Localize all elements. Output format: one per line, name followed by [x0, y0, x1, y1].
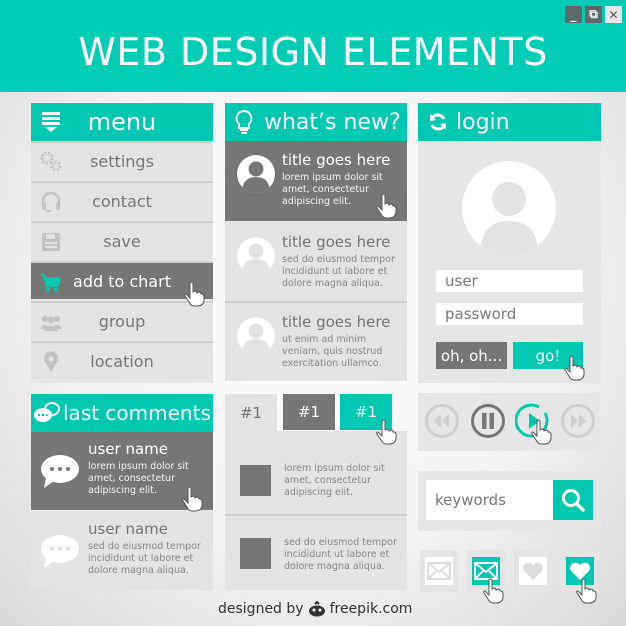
location-pin-icon [40, 351, 62, 373]
news-item[interactable]: title goes here ut enim ad minim veniam,… [225, 303, 407, 381]
cancel-button[interactable]: oh, oh... [436, 342, 507, 369]
hand-cursor-icon [182, 486, 203, 512]
menu-download-icon [41, 111, 61, 139]
hand-cursor-icon [376, 193, 397, 219]
comments-panel: last comments user name lorem ipsum dolo… [31, 394, 213, 590]
password-field[interactable]: password [436, 303, 583, 325]
tab-item-text: sed do eiusmod tempor incididunt ut labo… [284, 537, 397, 572]
menu-panel: menu settings contact save add to chart … [31, 103, 213, 383]
search-icon [562, 489, 585, 512]
menu-item-location[interactable]: location [31, 341, 213, 379]
rewind-icon [425, 404, 459, 438]
fast-forward-button[interactable] [560, 403, 596, 439]
hand-cursor-icon [376, 419, 397, 445]
restore-button[interactable]: ⧉ [585, 6, 602, 23]
rewind-button[interactable] [424, 403, 460, 439]
avatar [237, 317, 275, 355]
credit-brand[interactable]: freepik.com [330, 601, 413, 617]
menu-title: menu [87, 108, 157, 136]
thumbnail [240, 538, 271, 569]
fast-forward-icon [561, 404, 595, 438]
mail-icon [425, 557, 453, 585]
heart-icon [519, 557, 547, 585]
avatar [237, 155, 275, 193]
search-button[interactable] [553, 480, 593, 520]
pause-icon [471, 404, 505, 438]
login-title: login [456, 109, 510, 135]
lightbulb-icon [234, 109, 254, 135]
menu-item-label: add to chart [73, 271, 171, 291]
news-item[interactable]: title goes here sed do eiusmod tempor in… [225, 223, 407, 303]
window-controls: _ ⧉ ✕ [565, 6, 622, 23]
login-panel: login user password oh, oh... go! [418, 103, 601, 383]
credit-prefix: designed by [218, 601, 304, 617]
menu-item-contact[interactable]: contact [31, 181, 213, 219]
cart-icon [40, 271, 62, 293]
freepik-logo-icon [308, 601, 325, 617]
search-panel: keywords [418, 471, 601, 531]
headset-icon [40, 191, 62, 213]
refresh-icon [428, 112, 448, 132]
hand-cursor-icon [483, 578, 504, 604]
whats-new-header: what’s new? [225, 103, 407, 141]
whats-new-title: what’s new? [264, 109, 401, 135]
hand-cursor-icon [531, 419, 552, 445]
search-input[interactable]: keywords [426, 480, 554, 520]
news-text: ut enim ad minim veniam, quis nostrud ex… [282, 334, 383, 369]
login-header: login [418, 103, 601, 141]
profile-avatar [462, 161, 556, 255]
speech-bubble-icon [41, 455, 79, 488]
speech-bubble-icon [41, 535, 79, 568]
menu-item-label: contact [92, 191, 152, 211]
news-text: sed do eiusmod tempor incididunt ut labo… [282, 254, 395, 289]
close-button[interactable]: ✕ [605, 6, 622, 23]
tabs-panel: #1 #1 #1 lorem ipsum dolor sit amet, con… [225, 394, 407, 590]
tab-1[interactable]: #1 [225, 394, 277, 431]
minimize-button[interactable]: _ [565, 6, 582, 23]
menu-item-label: group [98, 311, 146, 331]
group-icon [40, 311, 62, 333]
menu-item-settings[interactable]: settings [31, 141, 213, 179]
comment-item[interactable]: user name sed do eiusmod tempor incididu… [31, 512, 213, 590]
news-title: title goes here [282, 233, 391, 251]
mail-button[interactable] [420, 550, 458, 592]
credit: designed by freepik.com [218, 601, 412, 617]
title-bar: WEB DESIGN ELEMENTS _ ⧉ ✕ [0, 0, 626, 92]
comment-text: sed do eiusmod tempor incididunt ut labo… [88, 541, 201, 576]
comments-title: last comments [63, 401, 211, 425]
tab-content: lorem ipsum dolor sit amet, consectetur … [225, 431, 407, 590]
menu-item-label: settings [90, 151, 154, 171]
media-controls [418, 393, 601, 451]
chat-bubbles-icon [33, 401, 61, 425]
avatar [237, 237, 275, 275]
news-title: title goes here [282, 313, 391, 331]
tab-2[interactable]: #1 [283, 394, 335, 430]
thumbnail [240, 465, 271, 496]
menu-item-label: save [103, 231, 141, 251]
floppy-icon [40, 231, 62, 253]
page-title: WEB DESIGN ELEMENTS [78, 30, 548, 74]
news-title: title goes here [282, 151, 391, 169]
username-field[interactable]: user [436, 270, 583, 292]
comment-username: user name [88, 440, 169, 458]
menu-header[interactable]: menu [31, 103, 213, 141]
hand-cursor-icon [576, 578, 597, 604]
pause-button[interactable] [470, 403, 506, 439]
hand-cursor-icon [564, 355, 585, 381]
tab-list-item[interactable]: sed do eiusmod tempor incididunt ut labo… [225, 516, 407, 590]
menu-item-label: location [90, 351, 154, 371]
comments-header: last comments [31, 394, 213, 432]
comment-username: user name [88, 520, 169, 538]
hand-cursor-icon [184, 281, 205, 307]
tab-item-text: lorem ipsum dolor sit amet, consectetur … [284, 463, 385, 498]
menu-item-save[interactable]: save [31, 221, 213, 259]
heart-button[interactable] [514, 550, 552, 592]
whats-new-panel: what’s new? title goes here lorem ipsum … [225, 103, 407, 381]
gears-icon [40, 151, 62, 173]
